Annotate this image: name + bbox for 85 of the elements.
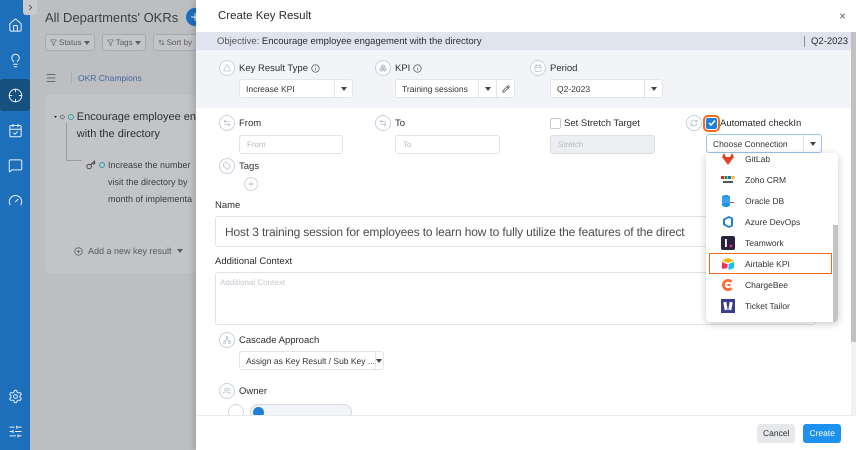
sort-icon <box>158 39 165 46</box>
avatar <box>253 407 264 415</box>
connection-option[interactable]: Oracle DB <box>709 190 832 212</box>
field-label: Tags <box>239 160 260 172</box>
c-logo-icon <box>721 278 735 292</box>
caret-icon <box>376 358 382 362</box>
filter-button[interactable]: Sort by <box>152 34 196 51</box>
box-logo-icon <box>721 256 735 271</box>
plus-circle-icon <box>74 246 83 256</box>
pencil-icon[interactable] <box>502 84 510 92</box>
calendar-icon <box>534 64 542 72</box>
objective-text: with the directory <box>76 127 161 142</box>
chat-icon <box>8 158 22 172</box>
menu-icon[interactable] <box>45 72 57 84</box>
caret-icon <box>176 249 183 253</box>
ticket-logo-icon <box>721 298 735 313</box>
key-result-text: month of implementa <box>108 193 192 206</box>
connection-option[interactable]: Zoho CRM <box>709 170 832 191</box>
checkbox-label: Set Stretch Target <box>564 118 640 128</box>
caret-icon <box>340 86 346 90</box>
caret-icon <box>84 40 90 44</box>
field-label: KPI <box>395 62 410 74</box>
filter-icon <box>106 39 114 46</box>
period-text: Q2-2023 <box>804 36 848 46</box>
field-label: Cascade Approach <box>239 334 320 346</box>
expand-button[interactable] <box>23 0 37 15</box>
sliders-icon[interactable] <box>8 424 22 438</box>
info-icon[interactable] <box>311 64 320 72</box>
database-icon <box>721 194 735 208</box>
hierarchy-icon <box>223 336 231 344</box>
filter-button[interactable]: Tags <box>102 34 146 51</box>
cascade-select[interactable]: Assign as Key Result / Sub Key ... <box>239 351 384 370</box>
square-logo-icon <box>721 236 735 250</box>
status-dot <box>99 162 105 168</box>
caret-icon <box>650 86 656 90</box>
boxes-icon <box>379 64 387 72</box>
caret-icon <box>484 86 490 90</box>
key-result-text: visit the directory by <box>108 176 189 189</box>
checkbox[interactable] <box>550 118 561 128</box>
users-icon <box>223 387 231 395</box>
connection-select[interactable]: Choose Connection <box>706 134 822 153</box>
dialog-title: Create Key Result <box>218 10 312 22</box>
connection-option[interactable]: GitLab <box>709 153 832 170</box>
swap-icon <box>223 119 231 127</box>
field-label: Name <box>215 200 240 211</box>
select-field[interactable]: Increase KPI <box>239 79 353 98</box>
filter-button[interactable]: Status <box>45 34 95 51</box>
caret-icon <box>810 142 816 146</box>
key-icon <box>86 160 96 170</box>
fox-logo-icon <box>721 153 735 166</box>
connection-option[interactable]: Airtable KPI <box>709 253 832 274</box>
field-label: To <box>395 118 406 128</box>
hexagon-logo-icon <box>721 215 735 230</box>
cancel-button[interactable]: Cancel <box>757 424 796 442</box>
close-button[interactable]: × <box>838 9 846 23</box>
info-icon[interactable] <box>413 64 422 72</box>
check-icon <box>708 119 716 127</box>
sync-icon <box>690 119 698 127</box>
field-label: Owner <box>239 386 267 396</box>
page-title: All Departments' OKRs <box>45 10 178 24</box>
select-field[interactable]: Q2-2023 <box>550 79 663 98</box>
swap-icon <box>379 119 387 127</box>
calendar-check-icon <box>8 122 22 138</box>
filter-icon <box>50 39 57 46</box>
gauge-icon <box>8 192 22 208</box>
objective-text: Objective: Encourage employee engagement with the directory <box>217 36 482 46</box>
plus-icon <box>247 180 255 188</box>
select-field[interactable]: Training sessions <box>395 79 515 98</box>
triangle-icon <box>223 64 231 72</box>
field-label: Period <box>550 62 578 74</box>
field-label: From <box>239 118 262 128</box>
tag-icon <box>223 162 231 170</box>
key-result-text: Increase the number <box>108 159 192 172</box>
settings-icon[interactable] <box>8 388 22 404</box>
target-icon <box>8 88 22 102</box>
target-icon <box>60 112 65 122</box>
add-key-result-link[interactable]: Add a new key result <box>74 246 196 256</box>
nav-item[interactable] <box>0 79 30 111</box>
status-dot <box>68 114 74 120</box>
home-icon <box>8 18 22 32</box>
checkbox-label: Automated checkIn <box>720 118 802 128</box>
objective-text: Encourage employee en <box>76 110 196 125</box>
caret-icon <box>134 40 141 44</box>
field-label: Additional Context <box>215 256 292 267</box>
field-label: Key Result Type <box>239 62 308 74</box>
